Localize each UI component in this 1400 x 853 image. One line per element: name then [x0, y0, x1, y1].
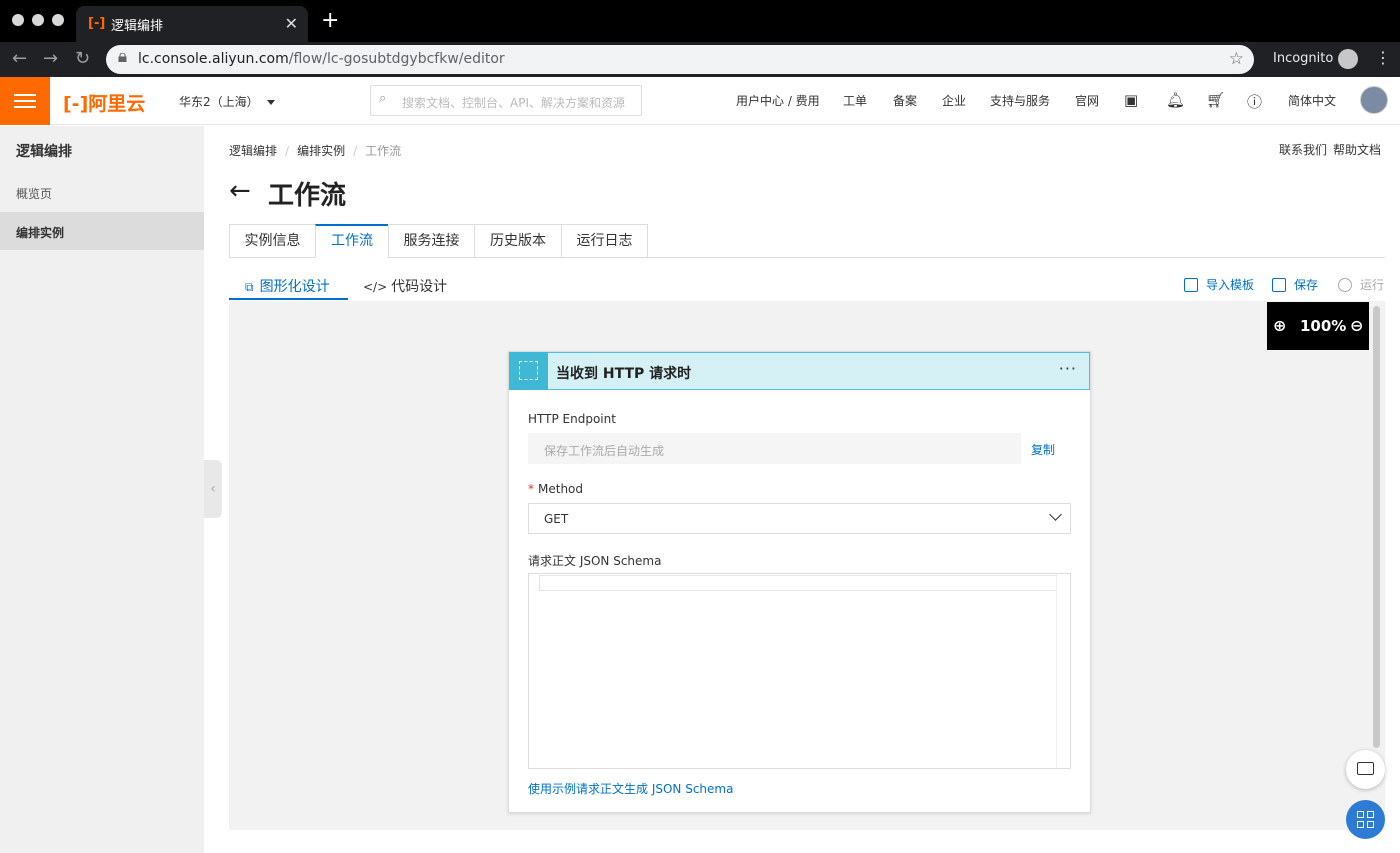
console-header: [-]阿里云 华东2（上海） ⌕ 搜索文档、控制台、API、解决方案和资源 用户…	[0, 77, 1400, 125]
aliyun-favicon-icon: [-]	[88, 16, 106, 31]
browser-tabstrip: [-] 逻辑编排 ✕ +	[0, 0, 1400, 42]
global-search-input[interactable]: ⌕ 搜索文档、控制台、API、解决方案和资源	[370, 85, 642, 116]
sidebar-item-overview[interactable]: 概览页	[0, 173, 204, 211]
node-title: 当收到 HTTP 请求时	[556, 366, 692, 382]
incognito-icon	[1338, 49, 1358, 69]
node-header[interactable]: 当收到 HTTP 请求时 ···	[509, 352, 1090, 390]
sidebar-collapse-handle[interactable]: ‹	[204, 460, 222, 518]
search-icon: ⌕	[379, 91, 387, 106]
endpoint-label: HTTP Endpoint	[528, 412, 616, 426]
arrow-left-icon[interactable]: ←	[229, 176, 251, 206]
language-selector[interactable]: 简体中文	[1288, 92, 1336, 109]
nav-tickets[interactable]: 工单	[843, 92, 867, 109]
import-icon	[1184, 278, 1198, 292]
more-options-icon[interactable]: ···	[1059, 359, 1077, 378]
save-button[interactable]: 保存	[1272, 276, 1318, 293]
code-icon: </>	[363, 280, 388, 294]
sidebar-item-instances[interactable]: 编排实例	[0, 212, 204, 250]
chevron-down-icon	[1049, 508, 1062, 521]
new-tab-icon[interactable]: +	[321, 10, 339, 32]
editor-current-line	[539, 575, 1057, 591]
page-title: 工作流	[268, 181, 347, 211]
contact-us-link[interactable]: 联系我们	[1279, 141, 1327, 158]
reload-icon[interactable]: ↻	[75, 48, 90, 69]
window-minimize-button[interactable]	[32, 14, 44, 26]
chat-icon	[1357, 762, 1374, 775]
zoom-level: 100%	[1300, 317, 1347, 335]
copy-button[interactable]: 复制	[1031, 441, 1055, 458]
incognito-label: Incognito	[1273, 51, 1334, 66]
terminal-icon[interactable]: ▣	[1124, 91, 1138, 109]
schema-label: 请求正文 JSON Schema	[528, 554, 662, 568]
sidebar: 逻辑编排 概览页 编排实例	[0, 126, 204, 853]
tab-divider	[648, 257, 1385, 258]
lock-icon	[118, 53, 127, 62]
back-nav-icon[interactable]: ←	[12, 48, 27, 69]
editor-scrollbar[interactable]	[1056, 574, 1070, 768]
help-icon[interactable]: ⓘ	[1247, 91, 1262, 112]
tab-history[interactable]: 历史版本	[474, 224, 562, 258]
address-bar[interactable]: lc.console.aliyun.com/flow/lc-gosubtdgyb…	[106, 45, 1254, 74]
nav-enterprise[interactable]: 企业	[942, 92, 966, 109]
window-zoom-button[interactable]	[52, 14, 64, 26]
nav-user-center[interactable]: 用户中心 / 费用	[736, 92, 820, 109]
tab-run-logs[interactable]: 运行日志	[561, 224, 648, 258]
json-schema-editor[interactable]	[528, 573, 1071, 769]
sidebar-title: 逻辑编排	[16, 144, 72, 160]
apps-button[interactable]	[1346, 800, 1385, 839]
aliyun-logo[interactable]: [-]阿里云	[63, 89, 145, 116]
avatar[interactable]	[1360, 86, 1388, 114]
endpoint-field: 保存工作流后自动生成	[528, 433, 1021, 464]
cart-icon[interactable]: 🛒︎	[1206, 91, 1225, 109]
tab-workflow[interactable]: 工作流	[315, 224, 389, 258]
bookmark-star-icon[interactable]: ☆	[1229, 49, 1244, 69]
tab-instance-info[interactable]: 实例信息	[229, 224, 316, 258]
browser-tab[interactable]: [-] 逻辑编排 ✕	[76, 6, 308, 42]
close-tab-icon[interactable]: ✕	[285, 14, 298, 33]
feedback-button[interactable]	[1346, 750, 1385, 789]
url-text: lc.console.aliyun.com/flow/lc-gosubtdgyb…	[138, 51, 505, 67]
caret-down-icon	[266, 100, 275, 105]
play-icon	[1338, 278, 1352, 292]
http-trigger-node[interactable]: 当收到 HTTP 请求时 ··· HTTP Endpoint 保存工作流后自动生…	[508, 351, 1091, 813]
bell-icon[interactable]: 🔔︎	[1166, 91, 1185, 109]
run-button[interactable]: 运行	[1338, 276, 1384, 293]
nav-official-site[interactable]: 官网	[1075, 92, 1099, 109]
breadcrumb: 逻辑编排 / 编排实例 / 工作流	[229, 144, 402, 158]
help-docs-link[interactable]: 帮助文档	[1333, 141, 1381, 158]
zoom-in-icon[interactable]: ⊕	[1273, 316, 1286, 335]
http-trigger-icon	[509, 352, 548, 390]
forward-nav-icon[interactable]: →	[43, 48, 58, 69]
flowchart-icon: ⧉	[245, 280, 254, 294]
browser-menu-icon[interactable]: ⋮	[1375, 48, 1391, 67]
browser-toolbar: ← → ↻ lc.console.aliyun.com/flow/lc-gosu…	[0, 42, 1400, 77]
required-mark: *	[528, 482, 534, 496]
generate-schema-link[interactable]: 使用示例请求正文生成 JSON Schema	[528, 780, 733, 797]
canvas-scrollbar[interactable]	[1373, 306, 1380, 748]
tab-service-connections[interactable]: 服务连接	[388, 224, 475, 258]
nav-support[interactable]: 支持与服务	[990, 92, 1050, 109]
browser-tab-title: 逻辑编排	[111, 19, 164, 34]
method-select[interactable]: GET	[528, 503, 1071, 534]
region-selector[interactable]: 华东2（上海）	[179, 93, 275, 110]
nav-filing[interactable]: 备案	[893, 92, 917, 109]
apps-grid-icon	[1357, 811, 1364, 818]
save-icon	[1272, 278, 1286, 292]
subtab-code-design[interactable]: </> 代码设计	[363, 276, 447, 296]
breadcrumb-item[interactable]: 编排实例	[297, 144, 345, 158]
search-placeholder: 搜索文档、控制台、API、解决方案和资源	[402, 96, 625, 110]
breadcrumb-item[interactable]: 逻辑编排	[229, 144, 277, 158]
zoom-control: ⊕ 100% ⊖	[1267, 302, 1369, 350]
subtab-visual-design[interactable]: ⧉ 图形化设计	[245, 276, 330, 296]
hamburger-menu-icon[interactable]	[0, 77, 50, 125]
import-template-button[interactable]: 导入模板	[1184, 276, 1254, 293]
subtab-underline	[229, 298, 348, 300]
method-value: GET	[544, 512, 569, 526]
zoom-out-icon[interactable]: ⊖	[1350, 316, 1363, 335]
window-close-button[interactable]	[12, 14, 24, 26]
breadcrumb-current: 工作流	[365, 144, 402, 158]
method-label: * Method	[528, 482, 584, 496]
